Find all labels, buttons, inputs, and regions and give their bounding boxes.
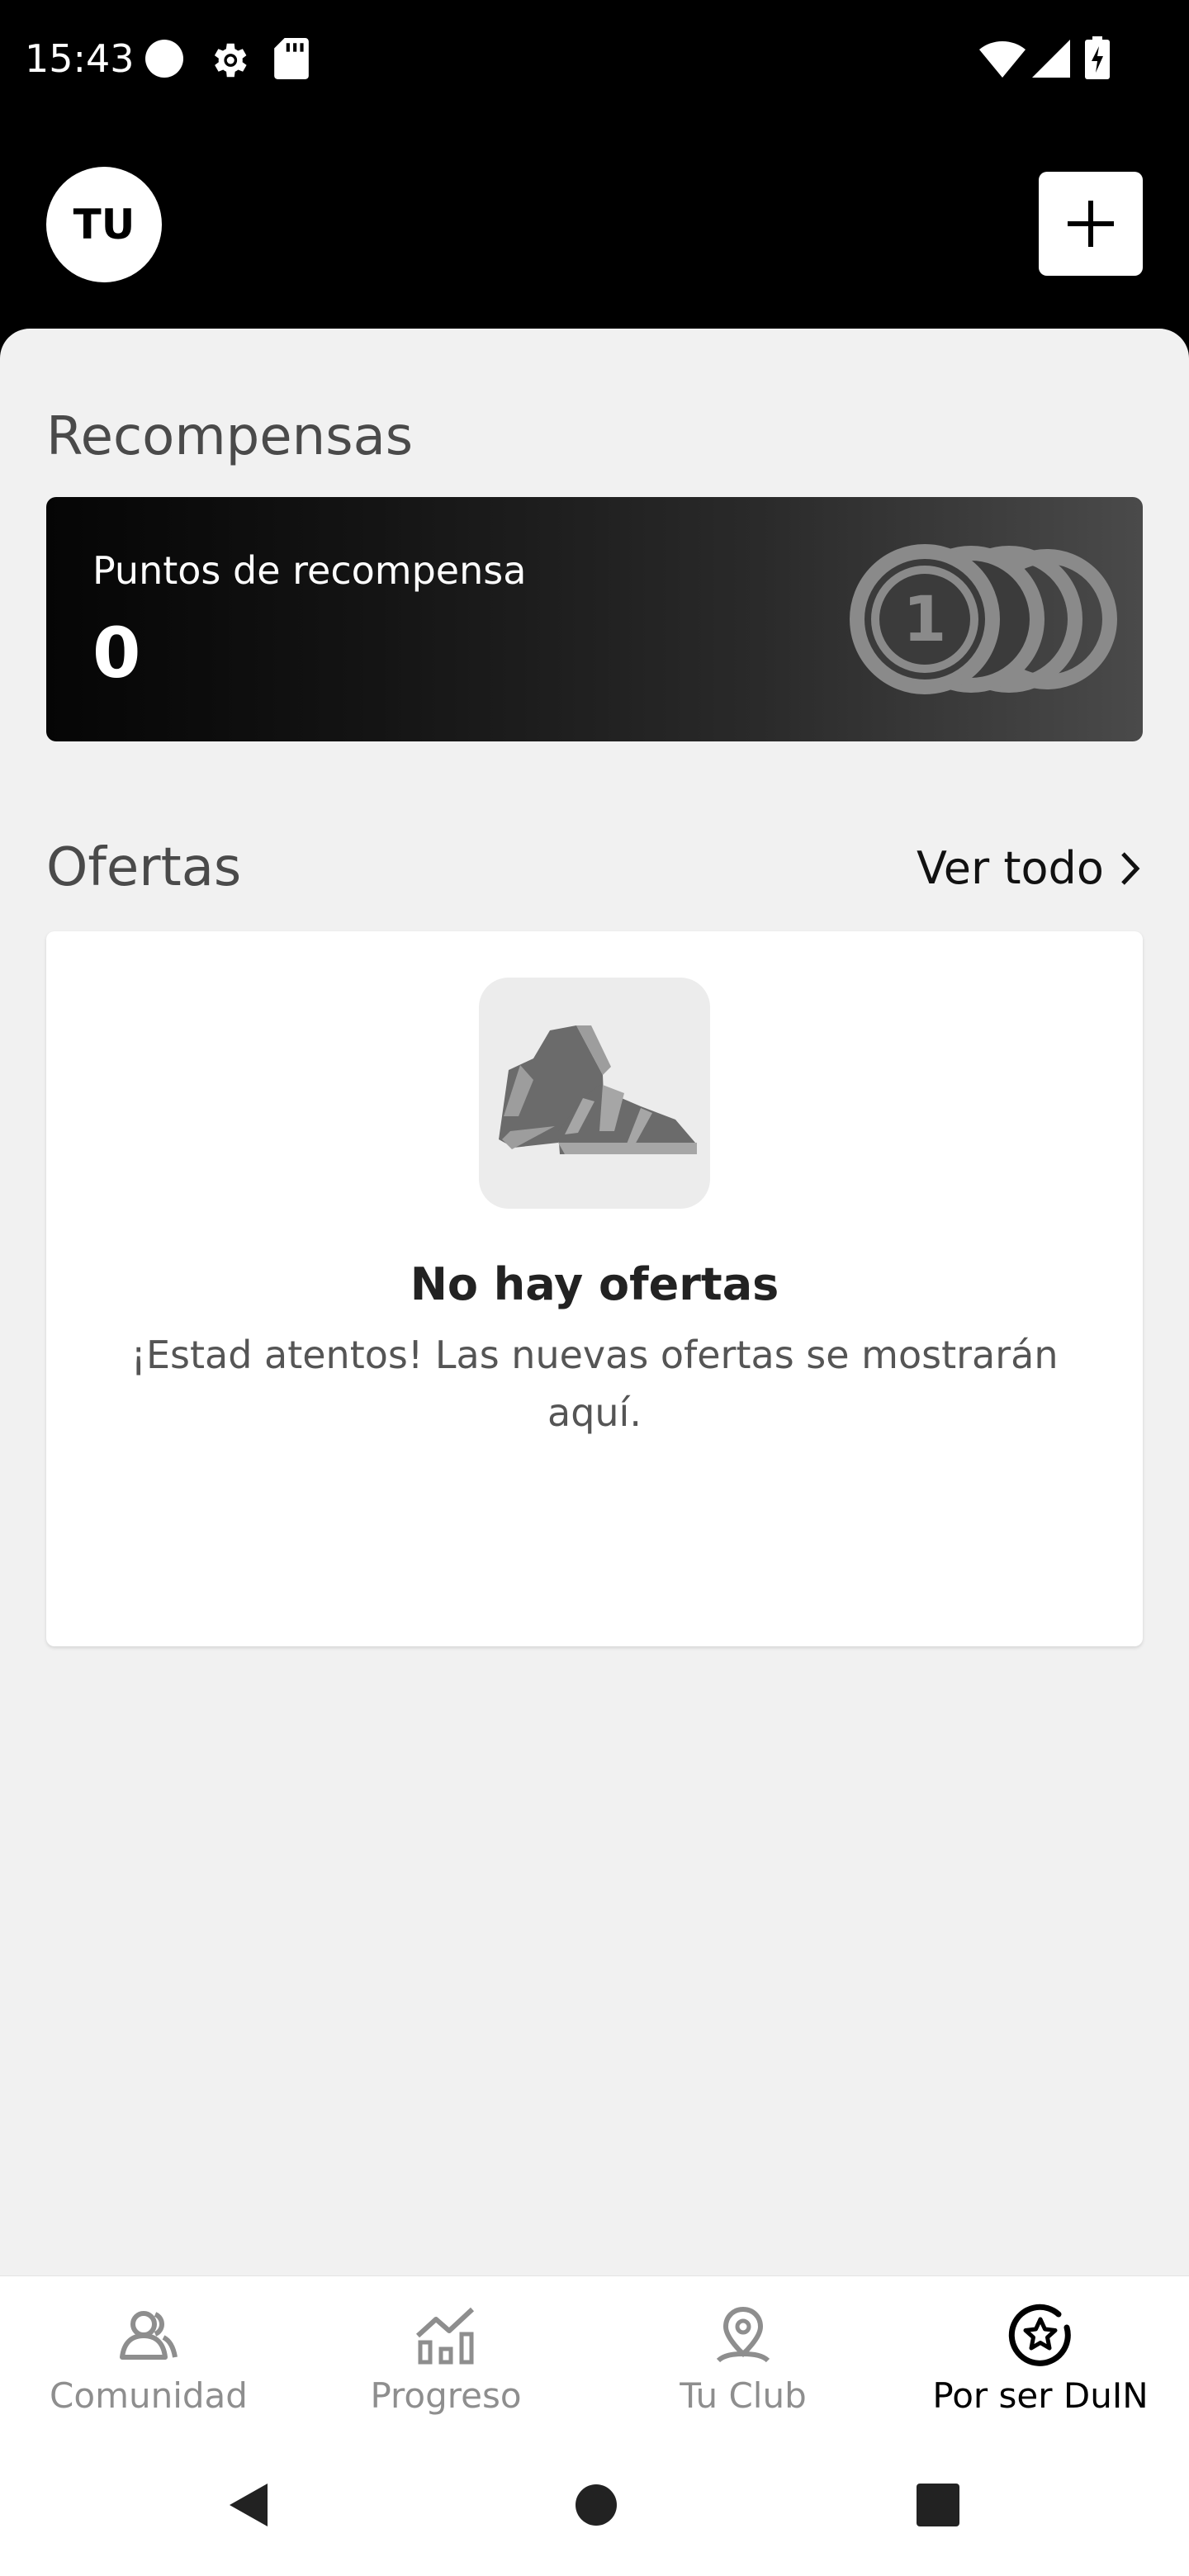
rewards-points-card[interactable]: Puntos de recompensa 0 1 [46, 497, 1143, 741]
offers-empty-card: No hay ofertas ¡Estad atentos! Las nueva… [46, 931, 1143, 1646]
nav-label-comunidad: Comunidad [50, 2375, 248, 2416]
circle-icon [145, 40, 183, 78]
sd-card-icon [274, 38, 309, 79]
see-all-label: Ver todo [917, 842, 1104, 894]
rewards-points-value: 0 [92, 613, 141, 694]
system-navigation-bar [0, 2441, 1189, 2576]
nav-item-tu-club[interactable]: Tu Club [594, 2276, 892, 2441]
add-button[interactable] [1039, 172, 1143, 276]
nav-item-por-ser-duin[interactable]: Por ser DuIN [892, 2276, 1189, 2441]
chevron-right-icon [1121, 851, 1140, 885]
battery-charging-icon [1085, 36, 1110, 79]
see-all-link[interactable]: Ver todo [917, 842, 1142, 894]
star-badge-icon [1008, 2304, 1071, 2366]
empty-offers-text: ¡Estad atentos! Las nuevas ofertas se mo… [130, 1333, 1059, 1435]
gear-icon [214, 43, 247, 78]
status-bar: 15:43 [0, 0, 1189, 124]
community-icon [120, 2311, 178, 2360]
main-content: Recompensas Puntos de recompensa 0 1 Ofe… [0, 329, 1189, 2277]
sneakers-icon [499, 1025, 697, 1154]
location-pin-icon [716, 2306, 770, 2363]
rewards-section-title: Recompensas [46, 406, 414, 467]
nav-label-por-ser-duin: Por ser DuIN [932, 2375, 1149, 2416]
offers-section-title: Ofertas [46, 837, 242, 898]
empty-offers-title: No hay ofertas [410, 1258, 779, 1310]
nav-item-comunidad[interactable]: Comunidad [0, 2276, 297, 2441]
rewards-points-label: Puntos de recompensa [92, 548, 527, 593]
app-header: TU [0, 124, 1189, 330]
wifi-icon [979, 40, 1026, 78]
sneakers-illustration [479, 978, 710, 1209]
progress-chart-icon [415, 2307, 475, 2365]
signal-icon [1032, 40, 1070, 78]
home-icon[interactable] [573, 2480, 619, 2526]
nav-item-progreso[interactable]: Progreso [297, 2276, 594, 2441]
coin-number: 1 [903, 582, 947, 656]
back-icon[interactable] [223, 2480, 272, 2530]
recents-icon[interactable] [915, 2480, 961, 2526]
bottom-navigation: Comunidad Progreso Tu Club Por ser DuIN [0, 2275, 1189, 2441]
status-time: 15:43 [25, 36, 135, 81]
nav-label-tu-club: Tu Club [680, 2375, 807, 2416]
avatar[interactable]: TU [46, 167, 162, 282]
nav-label-progreso: Progreso [370, 2375, 522, 2416]
coins-icon: 1 [850, 544, 1117, 694]
plus-icon [1068, 201, 1114, 247]
